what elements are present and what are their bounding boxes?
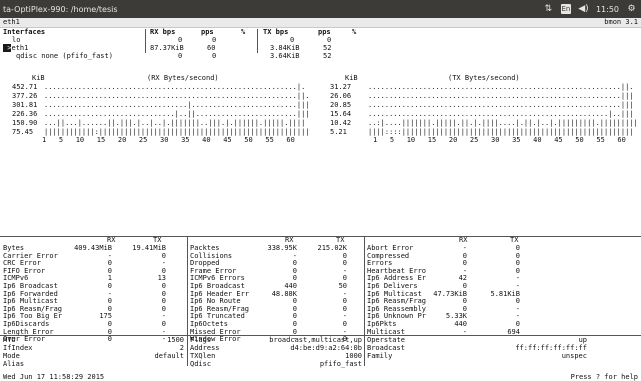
tx-graph-row: ........................................… <box>368 92 634 100</box>
attr-value: default <box>154 352 184 360</box>
rx-graph: KiB (RX Bytes/second) 452.71............… <box>0 75 320 153</box>
stat-tx: - <box>161 335 166 344</box>
tx-graph-row: ..:|....|||||||.|||||.||.|.||||....|.||.… <box>368 119 638 127</box>
rx-graph-title: (RX Bytes/second) <box>147 74 219 82</box>
rx-ytick: 301.81 <box>12 101 38 109</box>
tx-ytick: 5.21 <box>330 128 347 136</box>
tx-ytick: 31.27 <box>330 83 352 91</box>
gear-icon[interactable]: ⚙ <box>626 4 637 14</box>
lo-tx-pps: 0 <box>327 36 332 44</box>
column-divider <box>187 237 188 366</box>
tx-ytick: 26.06 <box>330 92 352 100</box>
window-title: ta-OptiPlex-990: /home/tesis <box>3 4 118 14</box>
rx-graph-unit: KiB <box>32 74 45 82</box>
col-header-tx-pct: % <box>352 28 357 36</box>
rx-ytick: 226.36 <box>12 110 38 118</box>
tx-ytick: 10.42 <box>330 119 352 127</box>
rx-ytick: 452.71 <box>12 83 38 91</box>
volume-icon[interactable]: ◀) <box>578 4 589 14</box>
datetime: Wed Jun 17 11:58:29 2015 <box>3 373 105 381</box>
stat-rx: 0 <box>107 335 112 344</box>
col-header-interfaces: Interfaces <box>3 28 46 36</box>
rx-graph-row: ...............................|..||....… <box>44 110 310 118</box>
attr-label: Family <box>367 352 393 360</box>
tx-graph-row: ||||::::||||||||||||||||||||||||||||||||… <box>368 128 634 136</box>
lo-tx-bps: 0 <box>290 36 295 44</box>
tx-graph-title: (TX Bytes/second) <box>448 74 520 82</box>
interface-name-eth1[interactable]: >eth1 <box>3 44 29 52</box>
status-header: eth1 bmon 3.1 <box>0 18 641 28</box>
rx-graph-row: ........................................… <box>44 92 310 100</box>
tx-graph-unit: KiB <box>345 74 358 82</box>
eth1-label: eth1 <box>11 44 29 52</box>
tx-graph: KiB (TX Bytes/second) 31.27.............… <box>320 75 641 153</box>
sort-icon[interactable]: ⇅ <box>543 4 554 14</box>
rx-graph-row: ........................................… <box>44 83 306 91</box>
column-divider <box>145 29 146 53</box>
tx-ytick: 20.85 <box>330 101 352 109</box>
qdisc-tx-pps: 52 <box>323 52 332 60</box>
attr-label: Qdisc <box>190 360 212 368</box>
rx-graph-row: ||||||||||||:|||||||||||||||||||||||||||… <box>44 128 310 136</box>
qdisc-rx-bps: 0 <box>178 52 183 60</box>
eth1-rx-bps: 87.37KiB <box>150 44 184 52</box>
qdisc-tx-bps: 3.64KiB <box>270 52 300 60</box>
interface-name-lo[interactable]: lo <box>12 37 20 44</box>
keyboard-icon[interactable]: En <box>560 4 571 14</box>
qdisc-name[interactable]: qdisc none (pfifo_fast) <box>16 53 113 60</box>
rx-graph-xaxis: 1 5 10 15 20 25 30 35 40 45 50 55 60 <box>42 136 295 144</box>
app-version: bmon 3.1 <box>604 18 638 26</box>
col-header-tx-pps: pps <box>318 28 331 36</box>
col-header-rx-pps: pps <box>201 28 214 36</box>
column-divider <box>257 29 258 53</box>
window-title-bar: ta-OptiPlex-990: /home/tesis ⇅ En ◀) 11:… <box>0 0 641 18</box>
attr-label: Alias <box>3 360 25 368</box>
attr-value: unspec <box>561 352 587 360</box>
tx-graph-row: ........................................… <box>368 110 634 118</box>
tx-graph-row: ........................................… <box>368 101 634 109</box>
bottom-status-bar: Wed Jun 17 11:58:29 2015 Press ? for hel… <box>0 373 641 381</box>
col-header-tx-bps: TX bps <box>263 28 289 36</box>
help-hint: Press ? for help <box>570 373 638 381</box>
attr-value: pfifo_fast <box>319 360 362 368</box>
tx-graph-xaxis: 1 5 10 15 20 25 30 35 40 45 50 55 60 <box>373 136 626 144</box>
qdisc-rx-pps: 0 <box>212 52 217 60</box>
lo-rx-bps: 0 <box>178 36 183 44</box>
tx-ytick: 15.64 <box>330 110 352 118</box>
clock[interactable]: 11:50 <box>596 5 619 14</box>
eth1-rx-pps: 60 <box>207 44 216 52</box>
col-header-rx-bps: RX bps <box>150 28 176 36</box>
lo-rx-pps: 0 <box>212 36 217 44</box>
selected-interface-label: eth1 <box>3 18 20 26</box>
rx-ytick: 377.26 <box>12 92 38 100</box>
rx-graph-row: ...||...|......||.|||.|..|..|.|||||||..|… <box>44 119 306 127</box>
rx-ytick: 150.90 <box>12 119 38 127</box>
col-header-rx-pct: % <box>241 28 246 36</box>
rx-graph-row: ..................................|.....… <box>44 101 310 109</box>
eth1-tx-bps: 3.84KiB <box>270 44 300 52</box>
tx-graph-row: ........................................… <box>368 83 634 91</box>
rx-ytick: 75.45 <box>12 128 34 136</box>
details-divider <box>0 236 641 237</box>
eth1-tx-pps: 52 <box>323 44 332 52</box>
column-divider <box>364 237 365 366</box>
system-tray: ⇅ En ◀) 11:50 ⚙ <box>543 4 641 14</box>
